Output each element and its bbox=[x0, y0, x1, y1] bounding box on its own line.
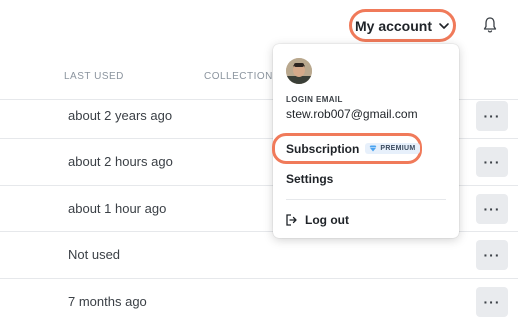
logout-icon bbox=[286, 214, 297, 226]
row-last-used: Not used bbox=[68, 247, 121, 262]
settings-menu-item[interactable]: Settings bbox=[286, 172, 333, 186]
subscription-menu-item[interactable]: Subscription PREMIUM bbox=[272, 133, 422, 164]
avatar bbox=[286, 58, 312, 84]
row-last-used: 7 months ago bbox=[68, 294, 147, 309]
row-more-button[interactable]: ··· bbox=[476, 240, 508, 270]
column-header-last-used[interactable]: LAST USED bbox=[64, 71, 124, 82]
login-email-value: stew.rob007@gmail.com bbox=[286, 107, 418, 121]
row-more-button[interactable]: ··· bbox=[476, 194, 508, 224]
row-last-used: about 2 years ago bbox=[68, 108, 173, 123]
avatar-image bbox=[286, 58, 312, 84]
premium-badge-label: PREMIUM bbox=[380, 145, 416, 152]
menu-divider bbox=[286, 199, 446, 200]
premium-badge: PREMIUM bbox=[365, 143, 420, 154]
my-account-button[interactable]: My account bbox=[349, 9, 456, 42]
row-more-button[interactable]: ··· bbox=[476, 147, 508, 177]
column-header-collections[interactable]: COLLECTIONS bbox=[204, 71, 280, 82]
logout-label: Log out bbox=[305, 213, 349, 227]
row-last-used: about 2 hours ago bbox=[68, 154, 173, 169]
row-last-used: about 1 hour ago bbox=[68, 201, 167, 216]
subscription-label: Subscription bbox=[286, 141, 360, 156]
row-more-button[interactable]: ··· bbox=[476, 101, 508, 131]
page: My account LAST USED COLLECTIONS about 2… bbox=[0, 0, 518, 322]
my-account-label: My account bbox=[354, 17, 432, 34]
row-more-button[interactable]: ··· bbox=[476, 287, 508, 317]
logout-menu-item[interactable]: Log out bbox=[286, 213, 349, 227]
account-dropdown: LOGIN EMAIL stew.rob007@gmail.com Subscr… bbox=[272, 44, 459, 238]
row-divider bbox=[0, 278, 518, 279]
login-email-label: LOGIN EMAIL bbox=[286, 95, 343, 104]
gem-icon bbox=[369, 145, 377, 152]
bell-icon[interactable] bbox=[482, 16, 498, 34]
chevron-down-icon bbox=[439, 22, 449, 29]
